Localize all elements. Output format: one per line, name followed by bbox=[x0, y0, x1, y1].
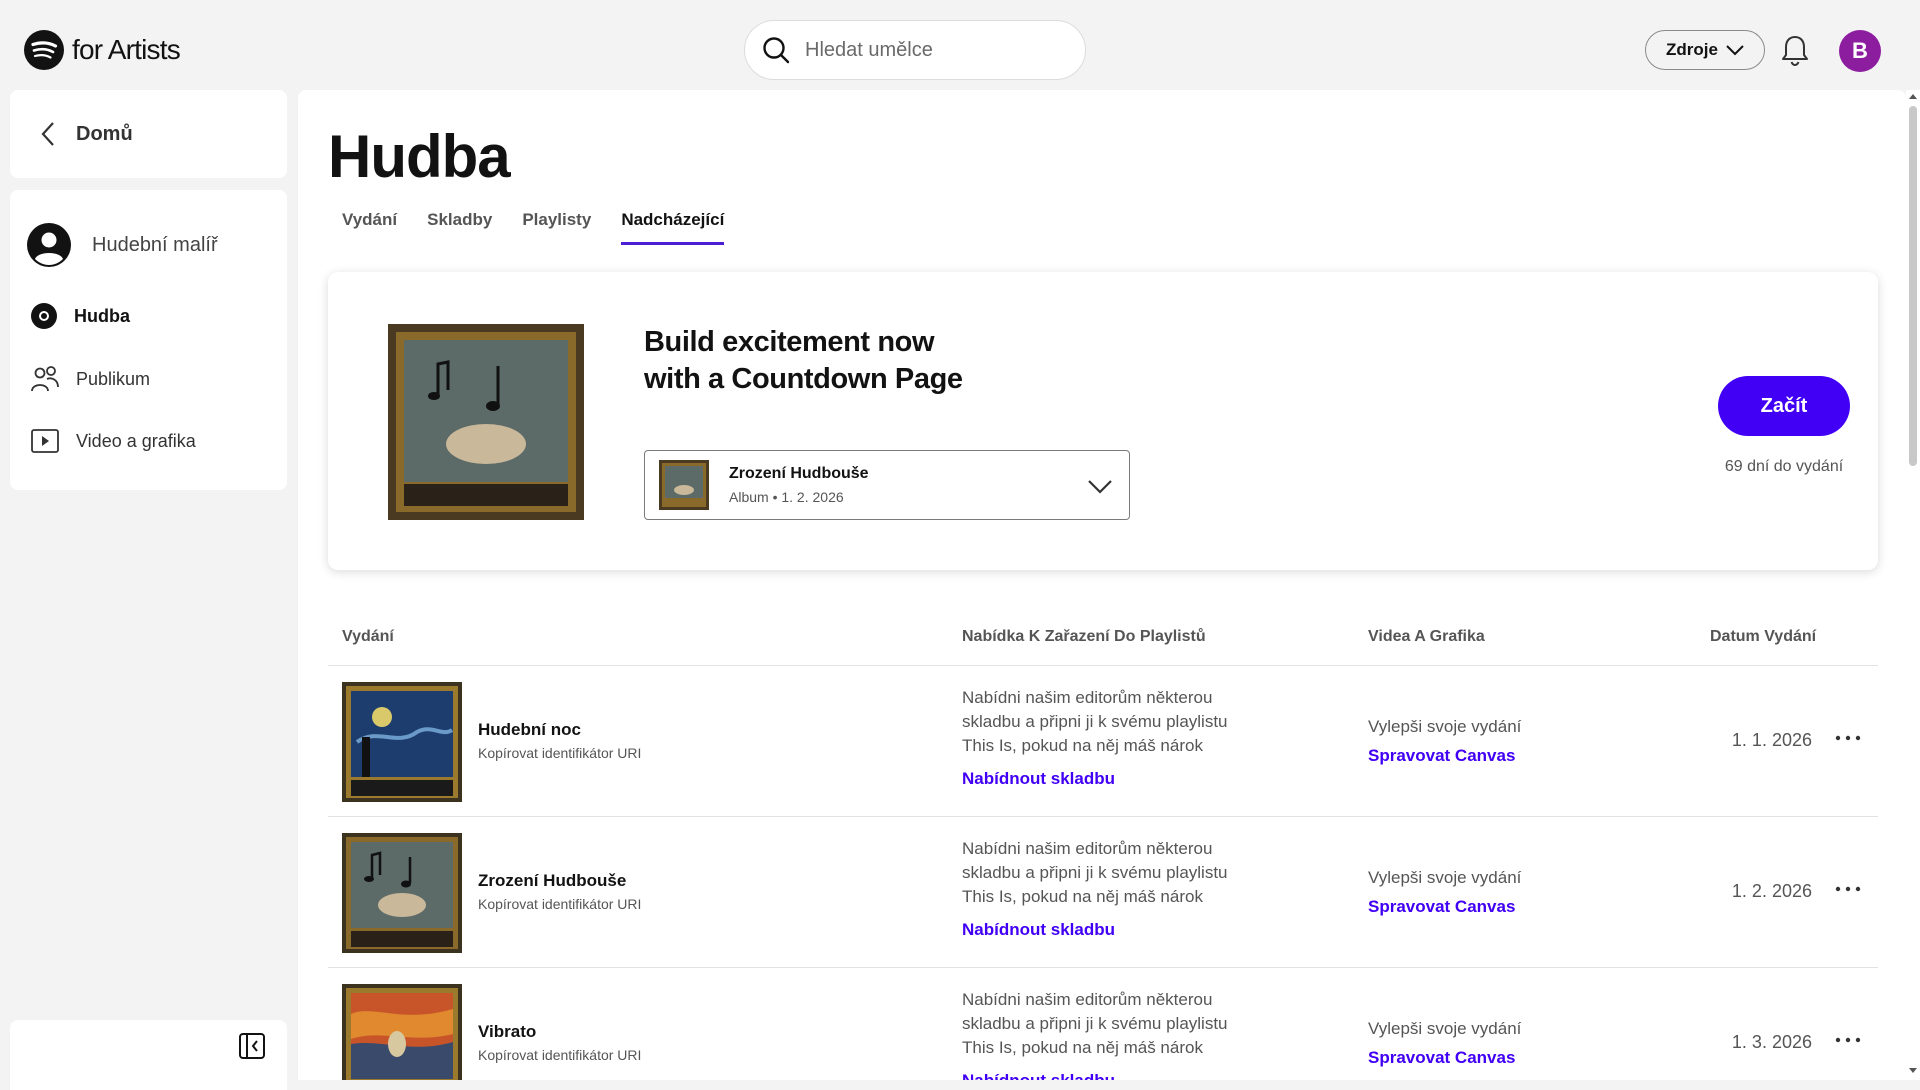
notifications-bell-icon[interactable] bbox=[1779, 33, 1811, 67]
collapse-sidebar-icon[interactable] bbox=[238, 1032, 266, 1060]
column-header-release[interactable]: Vydání bbox=[342, 628, 394, 646]
artist-switcher[interactable]: Hudební malíř bbox=[26, 222, 218, 268]
table-row: Vibrato Kopírovat identifikátor URI Nabí… bbox=[328, 968, 1878, 1080]
more-options-icon[interactable] bbox=[1828, 1028, 1868, 1052]
tab-bar: Vydání Skladby Playlisty Nadcházející bbox=[342, 210, 725, 245]
release-select-dropdown[interactable]: Zrození Hudbouše Album • 1. 2. 2026 bbox=[644, 450, 1130, 520]
release-cover bbox=[342, 833, 462, 953]
release-thumbnail bbox=[659, 460, 709, 510]
user-avatar[interactable]: B bbox=[1839, 30, 1881, 72]
release-cover bbox=[342, 984, 462, 1080]
more-options-icon[interactable] bbox=[1828, 877, 1868, 901]
sidebar-item-label: Video a grafika bbox=[76, 430, 196, 451]
column-header-pitch[interactable]: Nabídka K Zařazení Do Playlistů bbox=[962, 628, 1206, 646]
search-input[interactable] bbox=[805, 38, 1065, 62]
release-date: 1. 2. 2026 bbox=[1731, 881, 1812, 901]
tab-releases[interactable]: Vydání bbox=[342, 210, 397, 245]
copy-uri-link[interactable]: Kopírovat identifikátor URI bbox=[478, 745, 641, 761]
column-header-release-date[interactable]: Datum Vydání bbox=[1710, 628, 1816, 646]
sidebar-item-label: Hudba bbox=[74, 305, 130, 326]
days-until-release: 69 dní do vydání bbox=[1724, 458, 1844, 475]
start-button[interactable]: Začít bbox=[1718, 376, 1850, 436]
top-bar: for Artists Zdroje B bbox=[0, 0, 1920, 90]
back-home-link[interactable]: Domů bbox=[10, 90, 287, 178]
sidebar-item-video[interactable]: Video a grafika bbox=[30, 428, 196, 454]
copy-uri-link[interactable]: Kopírovat identifikátor URI bbox=[478, 896, 641, 912]
manage-canvas-link[interactable]: Spravovat Canvas bbox=[1368, 746, 1515, 766]
countdown-promo-card: Build excitement now with a Countdown Pa… bbox=[328, 272, 1878, 570]
scrollbar-thumb[interactable] bbox=[1909, 106, 1917, 466]
spotify-logo-icon bbox=[24, 30, 64, 70]
video-graphics-text: Vylepši svoje vydání bbox=[1368, 868, 1522, 887]
promo-headline: Build excitement now with a Countdown Pa… bbox=[644, 324, 1044, 398]
pitch-description: Nabídni našim editorům některou skladbu … bbox=[962, 839, 1228, 906]
release-title[interactable]: Zrození Hudbouše bbox=[478, 871, 626, 891]
audience-icon bbox=[31, 366, 59, 392]
more-options-icon[interactable] bbox=[1828, 726, 1868, 750]
pitch-song-link[interactable]: Nabídnout skladbu bbox=[962, 1071, 1115, 1080]
release-cover bbox=[342, 682, 462, 802]
releases-table-header: Vydání Nabídka K Zařazení Do Playlistů V… bbox=[328, 610, 1878, 666]
music-disc-icon bbox=[31, 303, 57, 329]
avatar-letter: B bbox=[1852, 38, 1868, 63]
home-label: Domů bbox=[76, 122, 133, 145]
column-header-video-graphics[interactable]: Videa A Grafika bbox=[1368, 628, 1485, 646]
pitch-song-link[interactable]: Nabídnout skladbu bbox=[962, 769, 1115, 789]
scroll-up-arrow-icon[interactable] bbox=[1909, 93, 1917, 101]
tab-upcoming[interactable]: Nadcházející bbox=[621, 210, 725, 245]
brand-logo-link[interactable]: for Artists bbox=[24, 30, 181, 70]
brand-text: for Artists bbox=[72, 34, 181, 65]
search-icon bbox=[763, 37, 790, 64]
resources-label: Zdroje bbox=[1666, 40, 1718, 59]
video-icon bbox=[31, 429, 59, 453]
promo-headline-line2: with a Countdown Page bbox=[644, 363, 963, 395]
release-select-title: Zrození Hudbouše bbox=[729, 465, 869, 482]
chevron-down-icon bbox=[1088, 480, 1112, 494]
manage-canvas-link[interactable]: Spravovat Canvas bbox=[1368, 897, 1515, 917]
release-date: 1. 1. 2026 bbox=[1731, 730, 1812, 750]
chevron-left-icon bbox=[41, 122, 54, 146]
artist-avatar-icon bbox=[27, 223, 71, 267]
promo-headline-line1: Build excitement now bbox=[644, 326, 935, 358]
page-scrollbar[interactable] bbox=[1906, 90, 1920, 1080]
sidebar-nav: Hudební malíř Hudba Publikum Video a gra… bbox=[10, 190, 287, 490]
table-row: Zrození Hudbouše Kopírovat identifikátor… bbox=[328, 817, 1878, 968]
release-date: 1. 3. 2026 bbox=[1731, 1032, 1812, 1052]
search-box[interactable] bbox=[744, 20, 1086, 80]
pitch-description: Nabídni našim editorům některou skladbu … bbox=[962, 688, 1228, 755]
album-cover-art bbox=[388, 324, 584, 520]
video-graphics-text: Vylepši svoje vydání bbox=[1368, 717, 1522, 736]
table-row: Hudební noc Kopírovat identifikátor URI … bbox=[328, 666, 1878, 817]
tab-tracks[interactable]: Skladby bbox=[427, 210, 492, 245]
resources-dropdown[interactable]: Zdroje bbox=[1645, 30, 1765, 70]
pitch-song-link[interactable]: Nabídnout skladbu bbox=[962, 920, 1115, 940]
manage-canvas-link[interactable]: Spravovat Canvas bbox=[1368, 1048, 1515, 1068]
scroll-down-arrow-icon[interactable] bbox=[1909, 1066, 1917, 1074]
release-title[interactable]: Hudební noc bbox=[478, 720, 581, 740]
video-graphics-text: Vylepši svoje vydání bbox=[1368, 1019, 1522, 1038]
release-select-meta: Album • 1. 2. 2026 bbox=[729, 489, 844, 505]
chevron-down-icon bbox=[1726, 45, 1744, 56]
sidebar-item-label: Publikum bbox=[76, 368, 151, 389]
sidebar-item-audience[interactable]: Publikum bbox=[30, 364, 150, 394]
artist-name: Hudební malíř bbox=[92, 233, 218, 256]
tab-playlists[interactable]: Playlisty bbox=[522, 210, 591, 245]
main-content: Hudba Vydání Skladby Playlisty Nadcházej… bbox=[298, 90, 1906, 1080]
page-title: Hudba bbox=[328, 123, 511, 190]
sidebar-item-music[interactable]: Hudba bbox=[30, 302, 130, 330]
copy-uri-link[interactable]: Kopírovat identifikátor URI bbox=[478, 1047, 641, 1063]
release-title[interactable]: Vibrato bbox=[478, 1022, 536, 1042]
pitch-description: Nabídni našim editorům některou skladbu … bbox=[962, 990, 1228, 1057]
